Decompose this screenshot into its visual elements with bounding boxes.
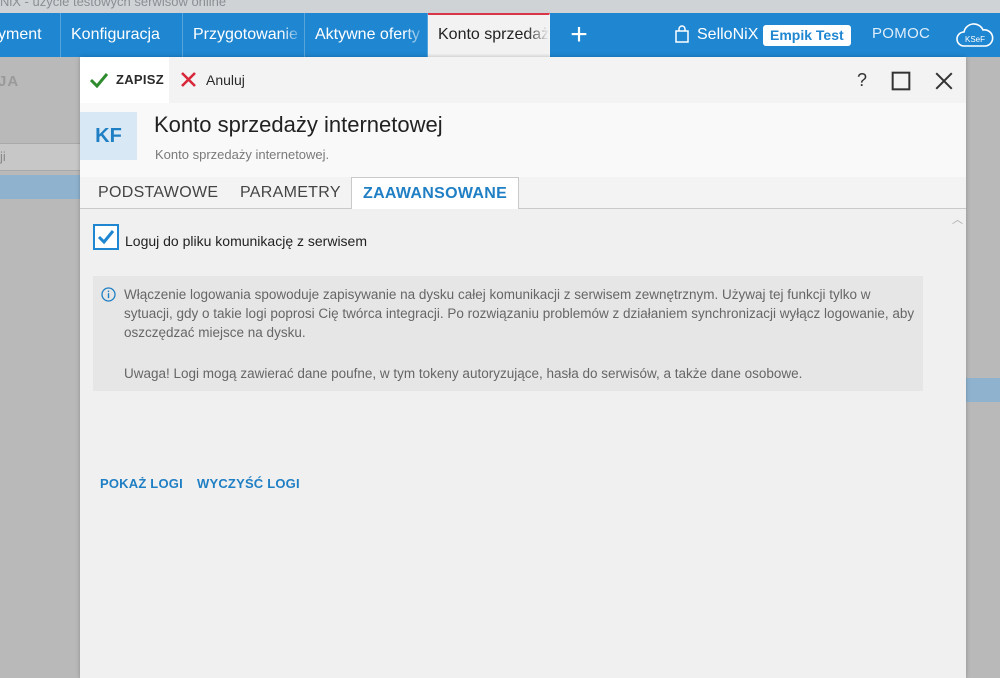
sales-account-dialog: ZAPISZ Anuluj ? KF Konto sprzedaży inter… <box>80 57 966 678</box>
tab-active-offers[interactable]: Aktywne oferty <box>305 13 428 57</box>
help-button[interactable]: ? <box>852 70 872 90</box>
top-navigation-bar: yment Konfiguracja Przygotowanie Aktywne… <box>0 13 1000 57</box>
close-icon[interactable] <box>934 71 954 91</box>
store-name[interactable]: SelloNiX <box>697 13 758 57</box>
background-selected-row <box>0 175 80 199</box>
tab-content: ︿ Loguj do pliku komunikację z serwisem … <box>80 209 966 678</box>
info-icon <box>101 287 116 302</box>
background-field: ji <box>0 143 80 171</box>
tab-preparation[interactable]: Przygotowanie <box>183 13 305 57</box>
add-tab-button[interactable]: + <box>566 20 592 50</box>
avatar: KF <box>80 112 137 160</box>
scroll-up-icon[interactable]: ︿ <box>952 211 963 227</box>
tab-basic[interactable]: PODSTAWOWE <box>98 177 218 208</box>
background-left-panel: JA ji <box>0 57 80 678</box>
checkbox-check-icon <box>97 230 115 245</box>
help-link[interactable]: POMOC <box>872 13 930 55</box>
warning-text: Uwaga! Logi mogą zawierać dane poufne, w… <box>124 366 803 381</box>
show-logs-link[interactable]: POKAŻ LOGI <box>100 476 183 491</box>
cloud-text: KSeF <box>965 35 985 44</box>
background-label: JA <box>0 73 20 90</box>
plus-icon: + <box>570 18 588 51</box>
cancel-button[interactable]: Anuluj <box>169 57 259 103</box>
clear-logs-link[interactable]: WYCZYŚĆ LOGI <box>197 476 300 491</box>
tab-configuration[interactable]: Konfiguracja <box>61 13 183 57</box>
tab-sales-account[interactable]: Konto sprzedaży <box>428 13 550 57</box>
maximize-icon[interactable] <box>891 71 911 91</box>
tab-label: yment <box>0 26 42 43</box>
background-right-panel <box>966 57 1000 678</box>
tab-parameters[interactable]: PARAMETRY <box>240 177 341 208</box>
info-box: Włączenie logowania spowoduje zapisywani… <box>93 276 923 391</box>
tab-payments[interactable]: yment <box>0 13 61 57</box>
close-x-icon <box>181 72 196 87</box>
store-badge[interactable]: Empik Test <box>763 25 851 46</box>
tab-advanced[interactable]: ZAAWANSOWANE <box>351 177 520 210</box>
log-checkbox-label[interactable]: Loguj do pliku komunikację z serwisem <box>125 233 367 249</box>
info-paragraph: Włączenie logowania spowoduje zapisywani… <box>124 287 915 340</box>
tab-label: Konfiguracja <box>71 26 160 43</box>
info-text: Włączenie logowania spowoduje zapisywani… <box>124 285 919 342</box>
dialog-header: KF Konto sprzedaży internetowej Konto sp… <box>80 103 966 177</box>
checkmark-icon <box>90 73 108 88</box>
window-title: NiX - użycie testowych serwisów online <box>0 0 227 9</box>
background-selected-row <box>966 378 1000 402</box>
cancel-label: Anuluj <box>206 72 245 88</box>
background-field-text: ji <box>0 149 6 164</box>
window-title-bar: NiX - użycie testowych serwisów online <box>0 0 1000 13</box>
page-title: Konto sprzedaży internetowej <box>154 112 443 137</box>
shopping-bag-icon <box>675 25 689 43</box>
dialog-tabs: PODSTAWOWE PARAMETRY ZAAWANSOWANE <box>80 177 966 210</box>
log-checkbox[interactable] <box>93 224 119 250</box>
dialog-toolbar: ZAPISZ Anuluj ? <box>80 57 966 103</box>
page-subtitle: Konto sprzedaży internetowej. <box>155 147 330 162</box>
cloud-icon[interactable]: KSeF <box>955 21 995 51</box>
question-mark-icon: ? <box>856 70 867 90</box>
save-button[interactable]: ZAPISZ <box>80 57 169 103</box>
save-label: ZAPISZ <box>116 72 165 87</box>
